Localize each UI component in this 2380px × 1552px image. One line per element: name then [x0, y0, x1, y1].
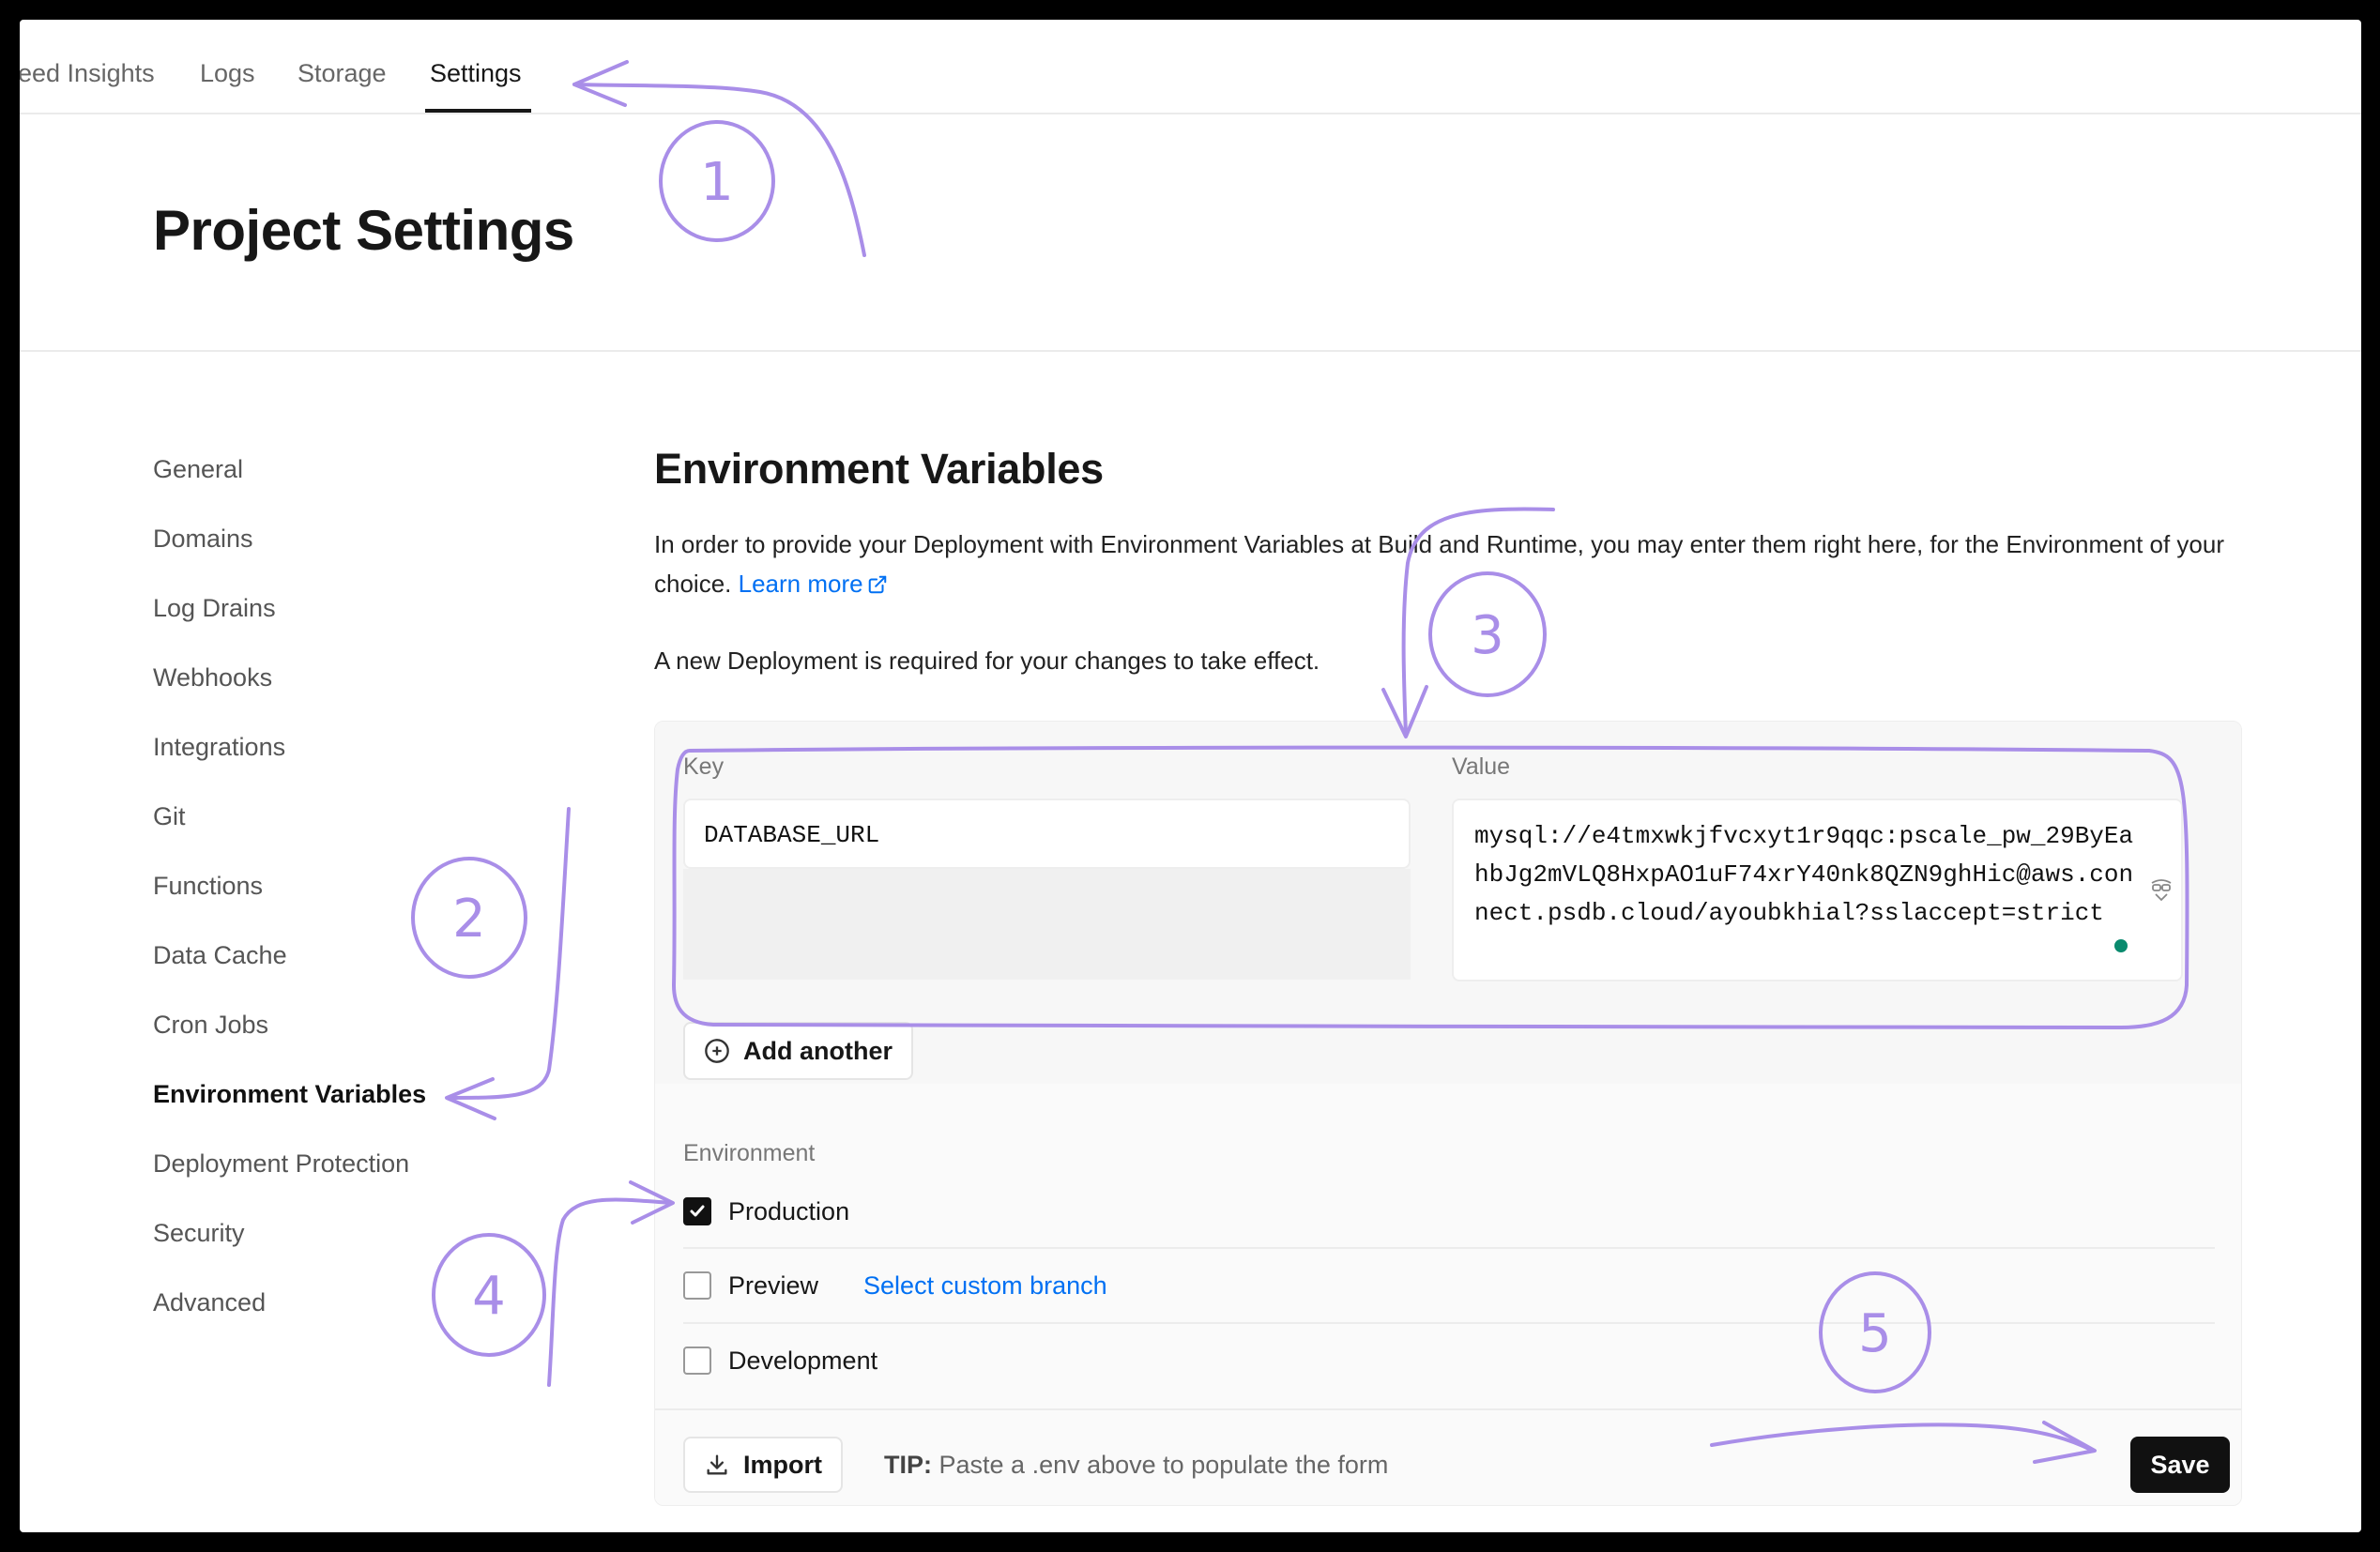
tab-speed-insights[interactable]: eed Insights	[20, 59, 155, 88]
tip-prefix: TIP:	[884, 1451, 932, 1479]
value-label: Value	[1452, 753, 1511, 780]
preview-label: Preview	[728, 1271, 819, 1300]
production-label: Production	[728, 1196, 850, 1225]
tip-body: Paste a .env above to populate the form	[938, 1451, 1389, 1479]
row-divider	[683, 1247, 2215, 1249]
checkmark-icon	[690, 1205, 705, 1217]
sidebar-item-git[interactable]: Git	[153, 802, 186, 831]
sidebar-item-webhooks[interactable]: Webhooks	[153, 663, 272, 692]
browser-page: eed Insights Logs Storage Settings Proje…	[20, 20, 2361, 1532]
sidebar-item-data-cache[interactable]: Data Cache	[153, 941, 287, 970]
download-icon	[707, 1454, 727, 1475]
top-tabs-bar: eed Insights Logs Storage Settings	[20, 20, 2361, 114]
save-button[interactable]: Save	[2130, 1437, 2230, 1493]
value-text: mysql://e4tmxwkjfvcxyt1r9qqc:pscale_pw_2…	[1474, 822, 2134, 927]
section-title: Environment Variables	[654, 445, 1104, 493]
production-checkbox[interactable]	[683, 1197, 711, 1225]
external-link-icon	[868, 575, 886, 594]
sidebar-item-functions[interactable]: Functions	[153, 872, 263, 901]
sidebar-item-general[interactable]: General	[153, 455, 243, 484]
status-dot	[2114, 939, 2128, 952]
sidebar-item-cron-jobs[interactable]: Cron Jobs	[153, 1011, 268, 1040]
key-input-spacer	[683, 869, 1411, 980]
development-label: Development	[728, 1346, 878, 1375]
plus-circle-icon	[705, 1039, 729, 1063]
section-description: In order to provide your Deployment with…	[654, 525, 2278, 603]
select-custom-branch-link[interactable]: Select custom branch	[863, 1271, 1107, 1301]
env-option-production[interactable]: Production	[683, 1193, 849, 1230]
description-text: In order to provide your Deployment with…	[654, 530, 2225, 598]
tab-settings[interactable]: Settings	[430, 59, 522, 88]
sidebar-item-advanced[interactable]: Advanced	[153, 1288, 266, 1317]
environment-label: Environment	[683, 1140, 816, 1166]
sidebar-item-deployment-protection[interactable]: Deployment Protection	[153, 1149, 409, 1179]
development-checkbox[interactable]	[683, 1347, 711, 1375]
row-divider	[683, 1322, 2215, 1324]
sidebar-item-domains[interactable]: Domains	[153, 525, 253, 554]
env-option-preview[interactable]: Preview Select custom branch	[683, 1267, 1107, 1304]
sidebar-item-security[interactable]: Security	[153, 1219, 245, 1248]
deployment-notice: A new Deployment is required for your ch…	[654, 647, 1320, 675]
learn-more-link[interactable]: Learn more	[739, 570, 888, 598]
tab-storage[interactable]: Storage	[298, 59, 387, 88]
active-tab-indicator	[425, 109, 531, 113]
key-input[interactable]: DATABASE_URL	[683, 799, 1411, 869]
learn-more-label: Learn more	[738, 570, 863, 598]
tab-logs[interactable]: Logs	[200, 59, 255, 88]
import-button[interactable]: Import	[683, 1437, 843, 1493]
sidebar-item-environment-variables[interactable]: Environment Variables	[153, 1080, 426, 1109]
password-manager-icon[interactable]	[2146, 874, 2176, 904]
add-another-button[interactable]: Add another	[683, 1022, 913, 1080]
tip-text: TIP: Paste a .env above to populate the …	[884, 1451, 1388, 1480]
key-label: Key	[683, 753, 725, 780]
page-title: Project Settings	[153, 199, 574, 262]
sidebar-item-integrations[interactable]: Integrations	[153, 733, 285, 762]
sidebar-item-log-drains[interactable]: Log Drains	[153, 594, 276, 623]
add-another-label: Add another	[743, 1036, 892, 1065]
value-textarea[interactable]: mysql://e4tmxwkjfvcxyt1r9qqc:pscale_pw_2…	[1452, 799, 2183, 981]
import-label: Import	[743, 1450, 822, 1479]
form-footer: Import TIP: Paste a .env above to popula…	[655, 1408, 2241, 1505]
preview-checkbox[interactable]	[683, 1271, 711, 1300]
env-option-development[interactable]: Development	[683, 1342, 877, 1379]
env-var-form-panel: Key Value DATABASE_URL mysql://e4tmxwkjf…	[654, 721, 2242, 1506]
